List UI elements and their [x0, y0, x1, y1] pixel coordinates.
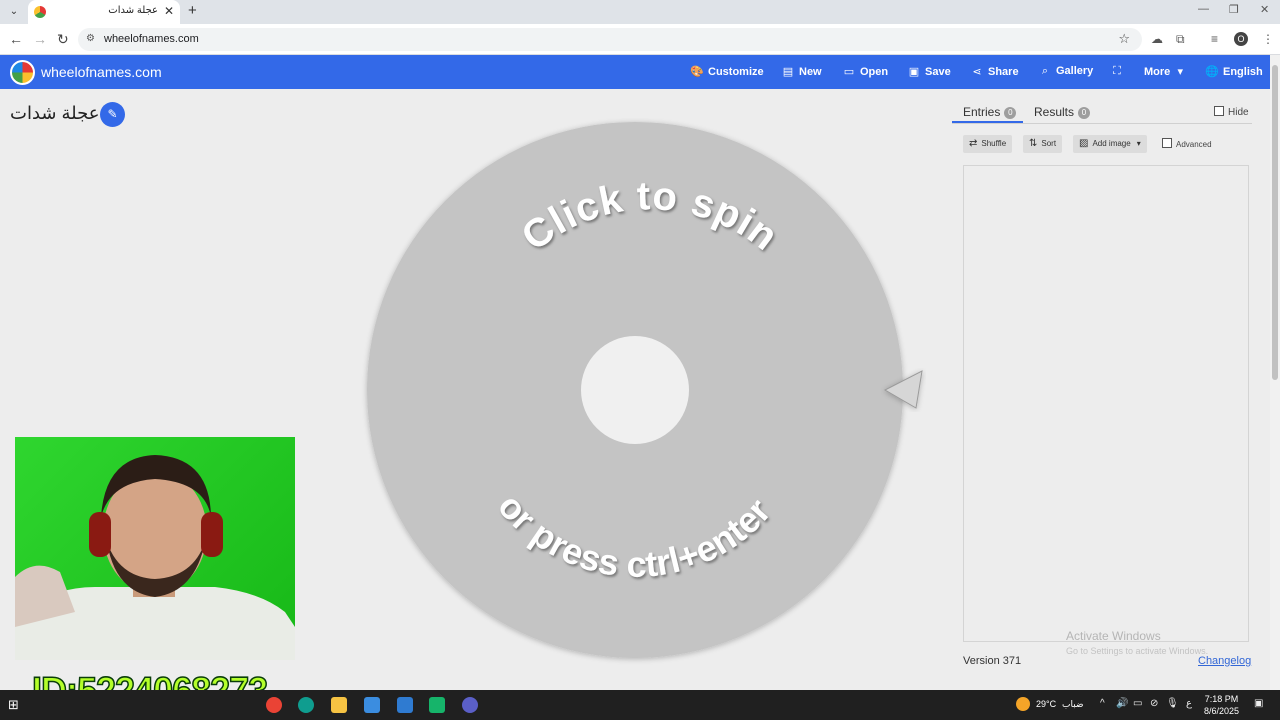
- language-indicator[interactable]: ع: [1186, 698, 1192, 709]
- sort-button[interactable]: ⇅ Sort: [1023, 135, 1063, 153]
- site-header: wheelofnames.com 🎨 Customize ▤ New ▭ Open ▣…: [0, 55, 1270, 89]
- browser-tab-strip: ⌄ عجلة شدات ✕ + — ❐ ✕: [0, 0, 1280, 24]
- add-image-button[interactable]: ▨ Add image ▾: [1073, 135, 1147, 153]
- file-icon: ▤: [782, 66, 794, 78]
- store-icon[interactable]: [364, 697, 380, 713]
- palette-icon: 🎨: [690, 66, 704, 78]
- shuffle-icon: ⇄: [969, 138, 978, 149]
- results-count-badge: 0: [1078, 107, 1091, 119]
- tab-entries[interactable]: Entries 0: [963, 105, 1017, 119]
- clock-date: 8/6/2025: [1204, 706, 1240, 716]
- chevron-down-icon: ▾: [1136, 139, 1141, 148]
- menu-save[interactable]: ▣ Save: [907, 65, 951, 78]
- tab-list-button[interactable]: ⌄: [6, 4, 22, 20]
- camera-off-icon[interactable]: ⊘: [1150, 698, 1158, 709]
- webcam-person-image: [15, 455, 295, 660]
- menu-gallery[interactable]: ⌕ Gallery: [1038, 65, 1093, 78]
- version-label: Version 371: [963, 655, 1022, 667]
- advanced-toggle[interactable]: Advanced: [1162, 138, 1212, 149]
- menu-share[interactable]: ⋖ Share: [970, 65, 1018, 78]
- menu-language[interactable]: 🌐 English: [1205, 65, 1263, 78]
- scrollbar-thumb[interactable]: [1272, 65, 1278, 380]
- edit-title-button[interactable]: ✎: [100, 102, 125, 127]
- app-green-icon[interactable]: [429, 697, 445, 713]
- hide-checkbox[interactable]: [1214, 106, 1224, 116]
- wheel[interactable]: Click to spin or press ctrl+enter: [360, 118, 930, 668]
- minimize-icon[interactable]: —: [1198, 3, 1209, 15]
- browser-tab[interactable]: عجلة شدات ✕: [28, 0, 180, 24]
- restore-icon[interactable]: ❐: [1229, 3, 1239, 16]
- windows-taskbar: ⊞ 29°C ضباب ^ 🔊 ▭ ⊘ 🎙 ع 7:18 PM 8/6/2025…: [0, 690, 1280, 720]
- tray-expand-icon[interactable]: ^: [1100, 698, 1105, 709]
- app-icon[interactable]: [397, 697, 413, 713]
- close-tab-icon[interactable]: ✕: [164, 4, 174, 18]
- media-controls-icon[interactable]: ≡: [1211, 32, 1218, 46]
- close-window-icon[interactable]: ✕: [1260, 3, 1269, 16]
- menu-more[interactable]: More ▾: [1144, 65, 1191, 78]
- fullscreen-button[interactable]: ⛶: [1110, 65, 1128, 78]
- globe-icon: 🌐: [1205, 66, 1219, 78]
- wheel-hub: [581, 336, 689, 444]
- activate-windows-subtitle: Go to Settings to activate Windows.: [1066, 646, 1209, 656]
- weather-condition[interactable]: ضباب: [1062, 699, 1084, 710]
- file-explorer-icon[interactable]: [331, 697, 347, 713]
- site-name[interactable]: wheelofnames.com: [41, 64, 162, 80]
- entries-sidebar: Entries 0 Results 0 Hide ⇄ Shuffle ⇅ Sort ▨ A…: [952, 95, 1260, 680]
- menu-new[interactable]: ▤ New: [781, 65, 822, 78]
- wheel-title: عجلة شدات: [10, 103, 100, 123]
- menu-open[interactable]: ▭ Open: [842, 65, 888, 78]
- url-text: wheelofnames.com: [104, 33, 199, 45]
- site-info-icon[interactable]: ⚙: [86, 33, 95, 44]
- reload-icon[interactable]: ↻: [57, 31, 69, 47]
- headphone-left: [89, 512, 111, 557]
- browser-toolbar: ← → ↻ ⚙ wheelofnames.com ☆ ☁ ⧉ ≡ O ⋮: [0, 24, 1280, 55]
- favicon-icon: [34, 6, 46, 18]
- changelog-link[interactable]: Changelog: [1198, 655, 1251, 667]
- notifications-icon[interactable]: ▣: [1254, 698, 1263, 709]
- hide-toggle[interactable]: Hide: [1214, 106, 1249, 118]
- chrome-icon[interactable]: [266, 697, 282, 713]
- save-icon: ▣: [908, 66, 920, 78]
- site-logo-icon[interactable]: [10, 60, 35, 85]
- entries-count-badge: 0: [1004, 107, 1017, 119]
- edge-icon[interactable]: [298, 697, 314, 713]
- tab-title: عجلة شدات: [108, 5, 158, 16]
- extensions-puzzle-icon[interactable]: ⧉: [1176, 32, 1185, 47]
- weather-icon[interactable]: [1016, 697, 1030, 711]
- browser-menu-icon[interactable]: ⋮: [1262, 32, 1274, 46]
- shuffle-button[interactable]: ⇄ Shuffle: [963, 135, 1013, 153]
- volume-icon[interactable]: 🔊: [1116, 698, 1128, 709]
- sort-icon: ⇅: [1029, 138, 1038, 149]
- menu-customize[interactable]: 🎨 Customize: [690, 65, 763, 78]
- folder-icon: ▭: [843, 66, 855, 78]
- windows-start-icon[interactable]: ⊞: [8, 697, 24, 713]
- headphone-right: [201, 512, 223, 557]
- new-tab-button[interactable]: +: [188, 3, 197, 19]
- weather-temperature[interactable]: 29°C: [1036, 699, 1056, 709]
- share-icon: ⋖: [972, 66, 982, 78]
- activate-windows-title: Activate Windows: [1066, 629, 1161, 643]
- fullscreen-icon: ⛶: [1113, 65, 1121, 77]
- clock-time: 7:18 PM: [1204, 694, 1239, 704]
- microphone-icon[interactable]: 🎙: [1166, 698, 1179, 709]
- search-icon: ⌕: [1041, 65, 1049, 77]
- webcam-overlay: [15, 437, 295, 660]
- forward-icon[interactable]: →: [33, 31, 47, 47]
- clock[interactable]: 7:18 PM 8/6/2025: [1204, 693, 1239, 717]
- tab-results[interactable]: Results 0: [1034, 105, 1091, 119]
- page-scrollbar[interactable]: [1270, 55, 1280, 690]
- extension-cloud-icon[interactable]: ☁: [1151, 32, 1163, 46]
- back-icon[interactable]: ←: [9, 31, 23, 47]
- network-icon[interactable]: ▭: [1133, 698, 1142, 709]
- address-bar[interactable]: ⚙ wheelofnames.com ☆: [78, 28, 1142, 51]
- tab-divider: [952, 123, 1252, 124]
- bookmark-star-icon[interactable]: ☆: [1118, 31, 1130, 47]
- image-icon: ▨: [1079, 138, 1089, 149]
- chevron-down-icon: ▾: [1177, 66, 1184, 78]
- entries-textarea[interactable]: [963, 165, 1249, 642]
- app-purple-icon[interactable]: [462, 697, 478, 713]
- advanced-checkbox[interactable]: [1162, 138, 1172, 148]
- pencil-icon: ✎: [107, 107, 118, 121]
- profile-avatar[interactable]: O: [1234, 32, 1248, 46]
